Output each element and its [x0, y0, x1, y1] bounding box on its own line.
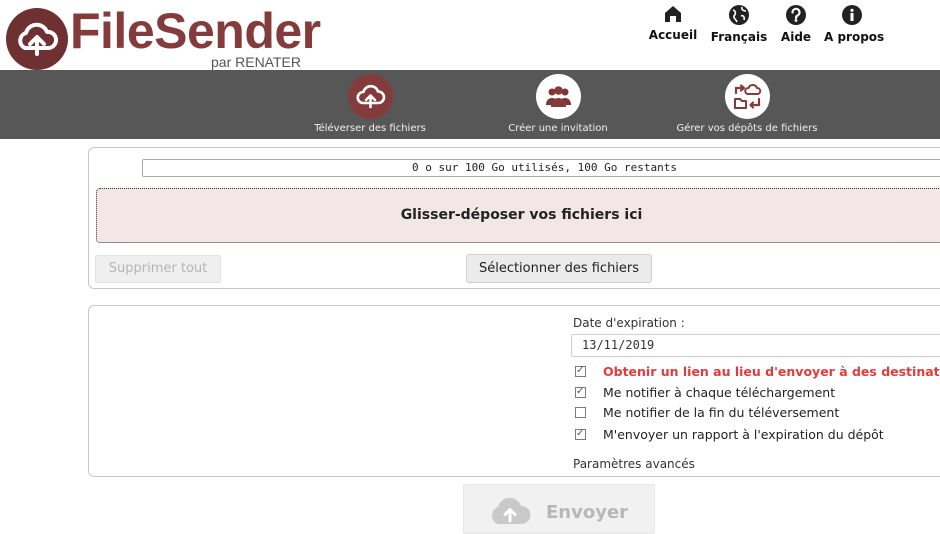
notify-download-checkbox[interactable]: ✓: [575, 386, 586, 398]
main-toolbar: Téléverser des fichiers Créer une invita…: [0, 70, 940, 139]
notify-upload-complete-checkbox[interactable]: [575, 407, 586, 418]
globe-icon: [729, 5, 749, 25]
tab-upload-files[interactable]: Téléverser des fichiers: [305, 74, 435, 134]
expiration-date-input[interactable]: 13/11/2019: [571, 334, 940, 357]
home-icon: [665, 6, 681, 22]
help-icon: [786, 5, 806, 25]
get-link-checkbox[interactable]: ✓: [575, 365, 586, 377]
tab-manage-transfers[interactable]: Gérer vos dépôts de fichiers: [672, 74, 822, 134]
users-icon: [535, 74, 581, 119]
expiration-date-label: Date d'expiration :: [573, 316, 685, 330]
nav-language-label: Français: [710, 30, 768, 44]
tab-upload-files-label: Téléverser des fichiers: [314, 123, 426, 134]
nav-about-label: A propos: [824, 30, 885, 44]
expiry-report-checkbox[interactable]: ✓: [575, 428, 586, 440]
checkmark-icon: ✓: [576, 386, 585, 397]
clear-all-button[interactable]: Supprimer tout: [95, 255, 221, 283]
upload-panel: 0 o sur 100 Go utilisés, 100 Go restants…: [88, 147, 940, 289]
logo-subtitle: par RENATER: [211, 54, 301, 70]
nav-help[interactable]: Aide: [776, 4, 816, 44]
logo-name: FileSender: [70, 3, 321, 59]
tab-create-invitation[interactable]: Créer une invitation: [493, 74, 623, 134]
tab-create-invitation-label: Créer une invitation: [508, 123, 608, 134]
get-link-label: Obtenir un lien au lieu d'envoyer à des …: [603, 364, 940, 379]
cloud-upload-logo-icon: [6, 8, 68, 70]
storage-quota-bar: 0 o sur 100 Go utilisés, 100 Go restants: [142, 159, 940, 177]
send-button[interactable]: Envoyer: [463, 484, 655, 534]
send-button-label: Envoyer: [546, 502, 629, 523]
transfers-icon: [724, 74, 770, 119]
checkmark-icon: ✓: [576, 428, 585, 439]
nav-home[interactable]: Accueil: [648, 4, 698, 42]
checkmark-icon: ✓: [576, 365, 585, 376]
filesender-logo[interactable]: FileSender par RENATER: [6, 3, 321, 70]
upload-cloud-icon: [491, 497, 531, 524]
select-files-button[interactable]: Sélectionner des fichiers: [466, 254, 652, 283]
tab-manage-transfers-label: Gérer vos dépôts de fichiers: [676, 123, 818, 134]
dropzone-label: Glisser-déposer vos fichiers ici: [400, 207, 643, 223]
nav-about[interactable]: A propos: [824, 4, 885, 44]
upload-cloud-icon: [347, 74, 393, 119]
nav-home-label: Accueil: [648, 28, 698, 42]
transfer-options-panel: Date d'expiration : 13/11/2019 ✓ Obtenir…: [88, 305, 940, 477]
file-dropzone[interactable]: Glisser-déposer vos fichiers ici: [96, 188, 940, 243]
notify-upload-complete-label: Me notifier de la fin du téléversement: [603, 405, 840, 420]
info-icon: [842, 5, 862, 25]
nav-language[interactable]: Français: [710, 4, 768, 44]
expiry-report-label: M'envoyer un rapport à l'expiration du d…: [603, 427, 884, 442]
notify-download-label: Me notifier à chaque téléchargement: [603, 385, 836, 400]
nav-help-label: Aide: [780, 30, 812, 44]
advanced-settings-link[interactable]: Paramètres avancés: [573, 457, 695, 471]
